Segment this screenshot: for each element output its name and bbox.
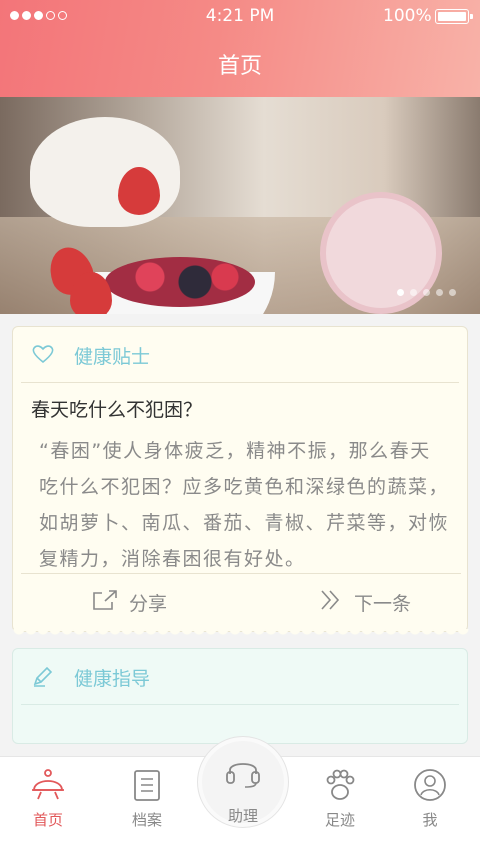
banner-carousel[interactable] [0, 97, 480, 314]
share-label: 分享 [129, 593, 168, 615]
carousel-indicator[interactable] [397, 289, 456, 296]
heart-icon [31, 344, 55, 368]
tab-me[interactable]: 我 [390, 765, 470, 830]
document-icon [107, 765, 187, 805]
tab-home[interactable]: 首页 [8, 765, 88, 830]
status-bar: 4:21 PM 100% [0, 0, 480, 32]
tab-footprint[interactable]: 足迹 [300, 765, 380, 830]
header: 4:21 PM 100% 首页 [0, 0, 480, 97]
tab-records[interactable]: 档案 [107, 765, 187, 830]
home-bell-icon [8, 765, 88, 805]
tip-card-title: 健康贴士 [74, 346, 151, 368]
guide-card-title: 健康指导 [74, 668, 151, 690]
pen-icon [31, 666, 55, 692]
tip-body: “春困”使人身体疲乏，精神不振，那么春天吃什么不犯困？应多吃黄色和深绿色的蔬菜，… [39, 440, 450, 570]
share-button[interactable]: 分享 [91, 588, 167, 617]
tab-records-label: 档案 [131, 811, 162, 829]
next-tip-label: 下一条 [354, 593, 412, 615]
user-icon [390, 765, 470, 805]
health-guide-card: 健康指导 [12, 648, 468, 744]
page-title: 首页 [217, 54, 262, 79]
battery-icon [435, 9, 473, 24]
tip-question: 春天吃什么不犯困？ [31, 399, 203, 421]
next-tip-button[interactable]: 下一条 [318, 588, 411, 617]
health-tip-card: 健康贴士 春天吃什么不犯困？ “春困”使人身体疲乏，精神不振，那么春天吃什么不犯… [12, 326, 469, 639]
battery-percent: 100% [383, 6, 432, 26]
share-icon [91, 588, 119, 617]
tab-assistant-label: 助理 [227, 807, 258, 825]
paw-icon [300, 765, 380, 805]
tab-footprint-label: 足迹 [324, 811, 355, 829]
headset-icon [198, 755, 288, 789]
assistant-button[interactable]: 助理 [197, 736, 289, 828]
tab-home-label: 首页 [32, 811, 63, 829]
tab-me-label: 我 [422, 811, 438, 829]
double-chevron-right-icon [318, 588, 344, 617]
